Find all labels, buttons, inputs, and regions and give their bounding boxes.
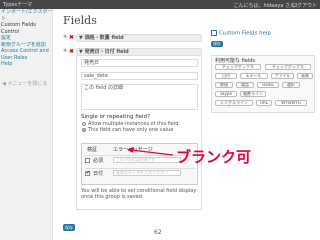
sidebar-item-help[interactable]: Help <box>0 61 52 68</box>
field-chip[interactable]: 複数ライン <box>240 91 266 97</box>
field-description-textarea[interactable]: この field の詳細 <box>81 84 198 110</box>
single-repeating-title: Single or repeating field? <box>81 114 150 120</box>
greeting[interactable]: こんにちは、hideaya さん！ <box>234 2 301 9</box>
field-row: ✚ ✖ ▼ 価格・数量 field <box>63 34 203 43</box>
field-chip[interactable]: シングルライン <box>215 100 253 106</box>
field-chip[interactable]: 電話 <box>236 82 254 88</box>
logout-link[interactable]: ログアウト <box>292 2 317 9</box>
annotation-arrow-icon <box>127 147 174 156</box>
field-chip[interactable]: チェックボックス <box>215 64 261 70</box>
available-fields-panel: 利用可能な fields チェックボックス チェックボックス 日付 Eメール フ… <box>211 55 315 113</box>
field-chip[interactable]: Radio <box>257 82 279 88</box>
date-checkbox[interactable]: ✔ <box>85 171 90 176</box>
sidebar-item-access-control[interactable]: Access Control and <box>0 48 52 55</box>
error-message-input[interactable]: 有効なデータを入力ください <box>113 170 181 176</box>
sidebar: インポート/エクスポート ト Custom Fields Control 設定 … <box>0 9 53 240</box>
field-editor: 発売日 sale_date この field の詳細 Single or rep… <box>76 56 202 210</box>
radio-single[interactable]: This field can have only one value <box>82 127 173 133</box>
field-chip[interactable]: Eメール <box>240 73 268 79</box>
admin-bar: Typesテーマ こんにちは、hideaya さん！ ログアウト <box>0 0 320 9</box>
remove-icon[interactable]: ✖ <box>69 48 74 55</box>
radio-circle-icon[interactable] <box>82 127 86 132</box>
save-button[interactable]: 保存 <box>63 224 75 231</box>
validation-label: 必須 <box>93 158 104 164</box>
field-chip[interactable]: Skype <box>215 91 237 97</box>
field-slug-input[interactable]: sale_date <box>81 72 198 80</box>
sidebar-item-import-export[interactable]: インポート/エクスポート <box>0 9 52 16</box>
panel-title: 利用可能な fields <box>215 58 255 64</box>
field-name-input[interactable]: 発売日 <box>81 59 198 67</box>
field-chip[interactable]: チェックボックス <box>265 64 311 70</box>
field-title[interactable]: ▼ 価格・数量 field <box>76 34 202 42</box>
field-title[interactable]: ▼ 発売日・日付 field <box>76 48 202 56</box>
radio-circle-icon[interactable] <box>82 121 86 126</box>
annotation-label: ブランク可 <box>176 148 252 166</box>
radio-label: This field can have only one value <box>88 127 174 133</box>
page-title: Fields <box>63 14 97 27</box>
remove-icon[interactable]: ✖ <box>69 34 74 41</box>
field-chip[interactable]: WYSIWYG <box>275 100 307 106</box>
field-chip[interactable]: URL <box>256 100 272 106</box>
field-chip[interactable]: 数値 <box>215 82 233 88</box>
validation-row: ✔ 日付 有効なデータを入力ください <box>85 168 195 177</box>
drag-handle-icon[interactable]: ✚ <box>63 34 67 40</box>
help-button[interactable]: 保存 <box>211 41 223 47</box>
collapse-menu[interactable]: ◀ メニューを閉じる <box>2 80 47 87</box>
field-chip[interactable]: 日付 <box>215 73 237 79</box>
required-checkbox[interactable] <box>85 158 90 163</box>
validation-header: 検証 <box>87 147 98 153</box>
site-name[interactable]: Typesテーマ <box>3 1 32 8</box>
page-number: 62 <box>154 229 162 236</box>
help-link-label: Custom Fields help <box>219 30 272 37</box>
conditional-note: You will be able to set conditional fiel… <box>81 188 197 200</box>
field-chip[interactable]: 画像 <box>297 73 313 79</box>
field-chip[interactable]: 選択 <box>282 82 300 88</box>
validation-label: 日付 <box>93 171 104 177</box>
help-link[interactable]: Custom Fields help <box>211 30 271 37</box>
drag-handle-icon[interactable]: ✚ <box>63 48 67 54</box>
help-icon <box>211 30 217 36</box>
field-chip[interactable]: ファイル <box>271 73 294 79</box>
